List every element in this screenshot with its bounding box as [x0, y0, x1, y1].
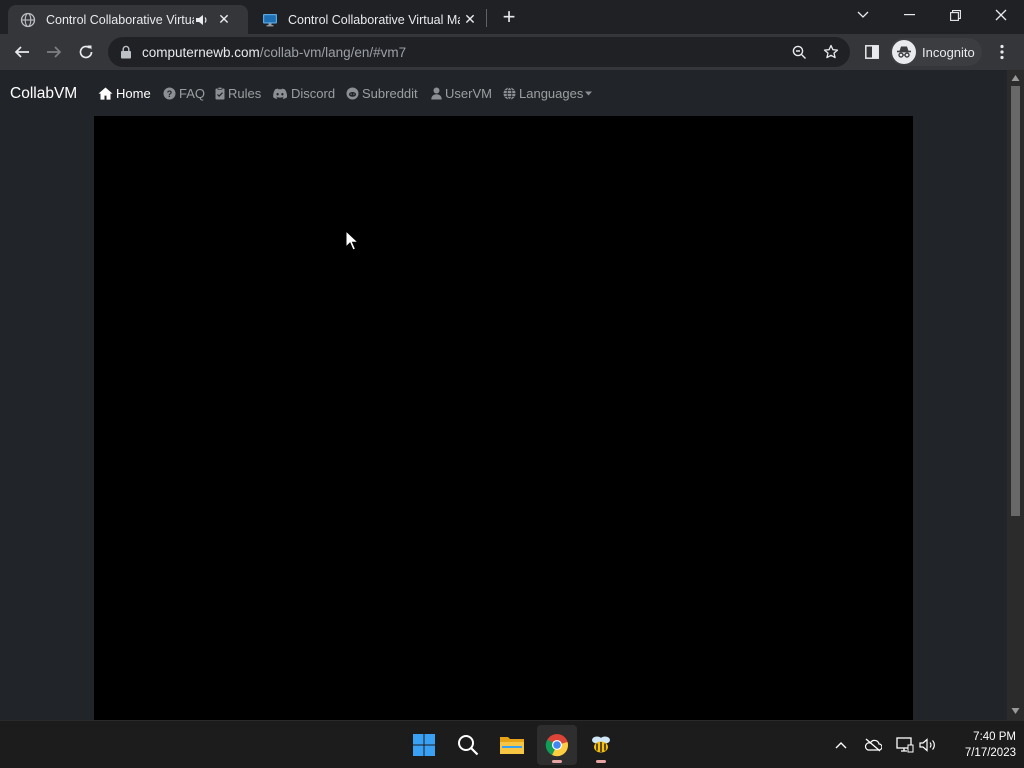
reload-icon: [79, 45, 93, 59]
discord-icon: [273, 88, 288, 99]
incognito-badge[interactable]: Incognito: [890, 38, 982, 66]
tab-title: Control Collaborative Virtual Machines!: [46, 12, 194, 27]
site-brand[interactable]: CollabVM: [10, 85, 77, 103]
file-explorer-icon: [500, 737, 524, 754]
browser-menu-button[interactable]: [988, 38, 1016, 66]
windows-start-icon: [413, 734, 435, 756]
running-indicator: [596, 760, 606, 763]
page-scrollbar[interactable]: [1007, 70, 1024, 720]
scroll-down-arrow-icon[interactable]: [1011, 706, 1020, 716]
nav-subreddit-label: Subreddit: [362, 86, 418, 101]
bookmark-star-icon[interactable]: [823, 44, 839, 60]
clipboard-icon: [215, 87, 225, 100]
onedrive-offline-icon: [864, 738, 882, 752]
nav-faq[interactable]: ? FAQ: [163, 86, 205, 101]
nav-home-label: Home: [116, 86, 151, 101]
nav-uservm[interactable]: UserVM: [431, 86, 492, 101]
back-button[interactable]: [8, 38, 36, 66]
bee-app-icon: [592, 736, 610, 753]
incognito-label: Incognito: [922, 44, 975, 60]
tray-volume[interactable]: [916, 733, 940, 757]
chevron-up-icon: [835, 742, 847, 749]
tab-search-button[interactable]: [840, 0, 886, 30]
close-tab-button[interactable]: ✕: [460, 10, 480, 30]
close-window-button[interactable]: [978, 0, 1024, 30]
nav-home[interactable]: Home: [98, 86, 151, 101]
forward-button[interactable]: [40, 38, 68, 66]
mouse-cursor-icon: [345, 230, 359, 251]
monitor-icon: [263, 13, 277, 26]
taskbar-file-explorer[interactable]: [492, 725, 532, 765]
audio-playing-icon[interactable]: [194, 12, 210, 28]
incognito-icon: [892, 40, 916, 64]
browser-tab-strip: Control Collaborative Virtual Machines! …: [0, 0, 1024, 34]
browser-tab-active[interactable]: Control Collaborative Virtual Machines! …: [8, 5, 248, 34]
address-bar[interactable]: computernewb.com/collab-vm/lang/en/#vm7: [108, 37, 850, 67]
running-indicator: [552, 760, 562, 763]
close-tab-button[interactable]: ✕: [214, 10, 234, 30]
vm-display-canvas[interactable]: [94, 116, 913, 720]
more-vertical-icon: [1000, 44, 1004, 60]
lock-icon[interactable]: [120, 45, 132, 59]
caret-down-icon: [585, 91, 593, 96]
url-path: /collab-vm/lang/en/#vm7: [259, 45, 407, 60]
minimize-button[interactable]: [886, 0, 932, 30]
windows-taskbar: 7:40 PM 7/17/2023: [0, 720, 1024, 768]
chrome-icon: [545, 734, 568, 757]
scroll-up-arrow-icon[interactable]: [1011, 73, 1020, 83]
browser-tab-inactive[interactable]: Control Collaborative Virtual Machines! …: [250, 5, 486, 34]
nav-rules[interactable]: Rules: [215, 86, 261, 101]
scrollbar-thumb[interactable]: [1011, 86, 1020, 516]
arrow-left-icon: [14, 46, 29, 58]
taskbar-chrome[interactable]: [537, 725, 577, 765]
restore-icon: [949, 9, 961, 21]
nav-subreddit[interactable]: Subreddit: [346, 86, 418, 101]
new-tab-button[interactable]: +: [498, 6, 520, 28]
clock-date: 7/17/2023: [964, 747, 1016, 759]
reddit-icon: [346, 87, 359, 100]
network-icon: [896, 737, 914, 753]
minimize-icon: [903, 14, 915, 16]
tab-title: Control Collaborative Virtual Machines!: [288, 12, 460, 27]
start-button[interactable]: [404, 725, 444, 765]
nav-languages-dropdown[interactable]: Languages: [503, 86, 595, 101]
url-host: computernewb.com: [142, 45, 260, 60]
tray-onedrive[interactable]: [861, 733, 885, 757]
system-clock[interactable]: 7:40 PM 7/17/2023: [946, 729, 1016, 761]
close-icon: [995, 9, 1007, 21]
chevron-down-icon: [857, 11, 869, 18]
show-hidden-icons-button[interactable]: [829, 733, 853, 757]
tray-network[interactable]: [893, 733, 917, 757]
site-navbar: CollabVM Home ? FAQ Rules Discord Subred…: [0, 70, 1007, 116]
search-icon: [458, 735, 479, 756]
nav-faq-label: FAQ: [179, 86, 206, 101]
restore-button[interactable]: [932, 0, 978, 30]
page-content: CollabVM Home ? FAQ Rules Discord Subred…: [0, 70, 1007, 720]
side-panel-icon: [865, 45, 879, 59]
question-icon: ?: [163, 87, 176, 100]
taskbar-search-button[interactable]: [448, 725, 488, 765]
browser-toolbar: computernewb.com/collab-vm/lang/en/#vm7 …: [0, 34, 1024, 70]
side-panel-button[interactable]: [858, 38, 886, 66]
globe-icon: [20, 12, 36, 27]
tab-separator: [486, 9, 487, 27]
volume-icon: [919, 738, 935, 752]
nav-discord-label: Discord: [291, 86, 336, 101]
home-icon: [98, 87, 113, 100]
zoom-icon[interactable]: [792, 45, 807, 60]
svg-text:?: ?: [167, 89, 173, 99]
reload-button[interactable]: [72, 38, 100, 66]
taskbar-bee-app[interactable]: [581, 725, 621, 765]
nav-uservm-label: UserVM: [445, 86, 492, 101]
nav-languages-label: Languages: [519, 86, 584, 101]
globe-icon: [503, 87, 516, 100]
user-icon: [431, 87, 442, 100]
clock-time: 7:40 PM: [973, 731, 1016, 743]
nav-rules-label: Rules: [228, 86, 262, 101]
arrow-right-icon: [47, 46, 62, 58]
nav-discord[interactable]: Discord: [272, 86, 335, 101]
url-text[interactable]: computernewb.com/collab-vm/lang/en/#vm7: [142, 45, 406, 60]
